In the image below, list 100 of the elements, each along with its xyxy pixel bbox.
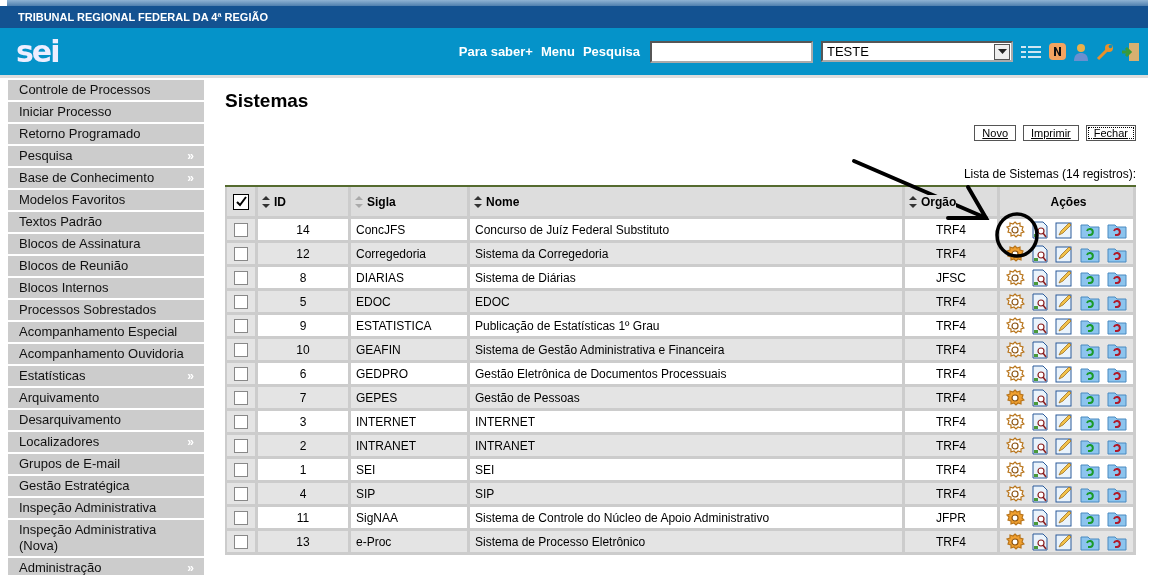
sidebar-item[interactable]: Textos Padrão bbox=[8, 212, 204, 232]
table-cell: Sistema da Corregedoria bbox=[475, 246, 609, 261]
table-cell: Sistema de Diárias bbox=[475, 270, 576, 285]
document-search-icon[interactable] bbox=[1032, 412, 1048, 431]
sidebar-item[interactable]: Localizadores » bbox=[8, 432, 204, 452]
sidebar-item[interactable]: Modelos Favoritos bbox=[8, 190, 204, 210]
sidebar-item[interactable]: Blocos de Reunião bbox=[8, 256, 204, 276]
sidebar-item[interactable]: Base de Conhecimento » bbox=[8, 168, 204, 188]
sidebar-item[interactable]: Retorno Programado bbox=[8, 124, 204, 144]
gear-icon[interactable] bbox=[1005, 243, 1025, 264]
row-checkbox[interactable] bbox=[234, 462, 248, 477]
table-cell: Corregedoria bbox=[356, 246, 427, 261]
organization-name: TRIBUNAL REGIONAL FEDERAL DA 4ª REGIÃO bbox=[18, 11, 268, 23]
edit-icon[interactable] bbox=[1055, 340, 1073, 359]
edit-icon[interactable] bbox=[1055, 316, 1073, 335]
document-search-icon[interactable] bbox=[1032, 292, 1048, 311]
sort-icon[interactable] bbox=[474, 193, 482, 210]
select-all-checkbox[interactable] bbox=[233, 193, 249, 210]
table-cell: 11 bbox=[296, 510, 310, 525]
table-cell: 14 bbox=[296, 222, 310, 237]
document-search-icon[interactable] bbox=[1032, 508, 1048, 527]
edit-icon[interactable] bbox=[1055, 412, 1073, 431]
row-checkbox[interactable] bbox=[234, 270, 248, 285]
column-header[interactable]: Orgão bbox=[921, 194, 957, 209]
table-cell: INTERNET bbox=[356, 414, 416, 429]
sidebar-item[interactable]: Desarquivamento bbox=[8, 410, 204, 430]
sidebar-item[interactable]: Pesquisa » bbox=[8, 146, 204, 166]
sidebar-item[interactable]: Controle de Processos bbox=[8, 80, 204, 100]
row-checkbox[interactable] bbox=[234, 390, 248, 405]
edit-icon[interactable] bbox=[1055, 532, 1073, 551]
edit-icon[interactable] bbox=[1055, 244, 1073, 263]
sidebar-item[interactable]: Arquivamento bbox=[8, 388, 204, 408]
row-checkbox[interactable] bbox=[234, 294, 248, 309]
sort-icon[interactable] bbox=[262, 193, 270, 210]
edit-icon[interactable] bbox=[1055, 292, 1073, 311]
sidebar-item[interactable]: Acompanhamento Ouvidoria bbox=[8, 344, 204, 364]
table-cell: TRF4 bbox=[936, 438, 966, 453]
sidebar-item[interactable]: Acompanhamento Especial bbox=[8, 322, 204, 342]
edit-icon[interactable] bbox=[1055, 508, 1073, 527]
row-checkbox[interactable] bbox=[234, 486, 248, 501]
sidebar-item[interactable]: Processos Sobrestados bbox=[8, 300, 204, 320]
document-search-icon[interactable] bbox=[1032, 244, 1048, 263]
document-search-icon[interactable] bbox=[1032, 460, 1048, 479]
row-checkbox[interactable] bbox=[234, 510, 248, 525]
sidebar-item[interactable]: Inspeção Administrativa bbox=[8, 498, 204, 518]
row-checkbox[interactable] bbox=[234, 318, 248, 333]
table-cell: 5 bbox=[299, 294, 307, 309]
edit-icon[interactable] bbox=[1055, 268, 1073, 287]
document-search-icon[interactable] bbox=[1032, 532, 1048, 551]
sidebar-item[interactable]: Iniciar Processo bbox=[8, 102, 204, 122]
table-cell: INTRANET bbox=[356, 438, 416, 453]
row-checkbox[interactable] bbox=[234, 246, 248, 261]
table-cell: Sistema de Controle do Núcleo de Apoio Administrativo bbox=[475, 510, 770, 525]
row-checkbox[interactable] bbox=[234, 534, 248, 549]
table-cell: 3 bbox=[299, 414, 307, 429]
document-search-icon[interactable] bbox=[1032, 316, 1048, 335]
sidebar-item[interactable]: Grupos de E-mail bbox=[8, 454, 204, 474]
column-header[interactable]: Nome bbox=[486, 194, 520, 209]
annotation-circle bbox=[995, 212, 1039, 258]
table-cell: 7 bbox=[299, 390, 307, 405]
toolbar-button[interactable]: Fechar bbox=[1085, 125, 1136, 141]
edit-icon[interactable] bbox=[1055, 220, 1073, 239]
table-cell: TRF4 bbox=[936, 390, 966, 405]
note-icon[interactable] bbox=[1049, 43, 1066, 60]
table-cell: EDOC bbox=[356, 294, 391, 309]
edit-icon[interactable] bbox=[1055, 484, 1073, 503]
sidebar-item[interactable]: Blocos Internos bbox=[8, 278, 204, 298]
sidebar-item[interactable]: Estatísticas » bbox=[8, 366, 204, 386]
sidebar-item[interactable]: Administração » bbox=[8, 558, 204, 575]
edit-icon[interactable] bbox=[1055, 388, 1073, 407]
document-search-icon[interactable] bbox=[1032, 364, 1048, 383]
row-checkbox[interactable] bbox=[234, 438, 248, 453]
edit-icon[interactable] bbox=[1055, 436, 1073, 455]
row-checkbox[interactable] bbox=[234, 414, 248, 429]
list-icon[interactable] bbox=[1021, 43, 1041, 60]
sidebar-item[interactable]: Gestão Estratégica bbox=[8, 476, 204, 496]
sidebar-item[interactable]: Blocos de Assinatura bbox=[8, 234, 204, 254]
row-checkbox[interactable] bbox=[234, 222, 248, 237]
edit-icon[interactable] bbox=[1055, 364, 1073, 383]
unit-select[interactable]: TESTE bbox=[821, 41, 1013, 62]
table-cell: Sistema de Gestão Administrativa e Financeira bbox=[475, 342, 725, 357]
column-header[interactable]: Sigla bbox=[367, 194, 396, 209]
table-cell: SIP bbox=[356, 486, 376, 501]
document-search-icon[interactable] bbox=[1032, 436, 1048, 455]
toolbar-button[interactable]: Novo bbox=[974, 125, 1017, 141]
sidebar-item[interactable]: Inspeção Administrativa (Nova) bbox=[8, 520, 204, 556]
document-search-icon[interactable] bbox=[1032, 388, 1048, 407]
search-field[interactable] bbox=[650, 40, 813, 63]
document-search-icon[interactable] bbox=[1032, 484, 1048, 503]
edit-icon[interactable] bbox=[1055, 460, 1073, 479]
sort-icon[interactable] bbox=[909, 193, 917, 210]
table-cell: SEI bbox=[475, 462, 495, 477]
toolbar-button[interactable]: Imprimir bbox=[1023, 125, 1079, 141]
row-checkbox[interactable] bbox=[234, 342, 248, 357]
document-search-icon[interactable] bbox=[1032, 268, 1048, 287]
row-checkbox[interactable] bbox=[234, 366, 248, 381]
column-header[interactable]: ID bbox=[274, 194, 286, 209]
table-cell: 9 bbox=[299, 318, 307, 333]
document-search-icon[interactable] bbox=[1032, 340, 1048, 359]
table-cell: 12 bbox=[296, 246, 310, 261]
